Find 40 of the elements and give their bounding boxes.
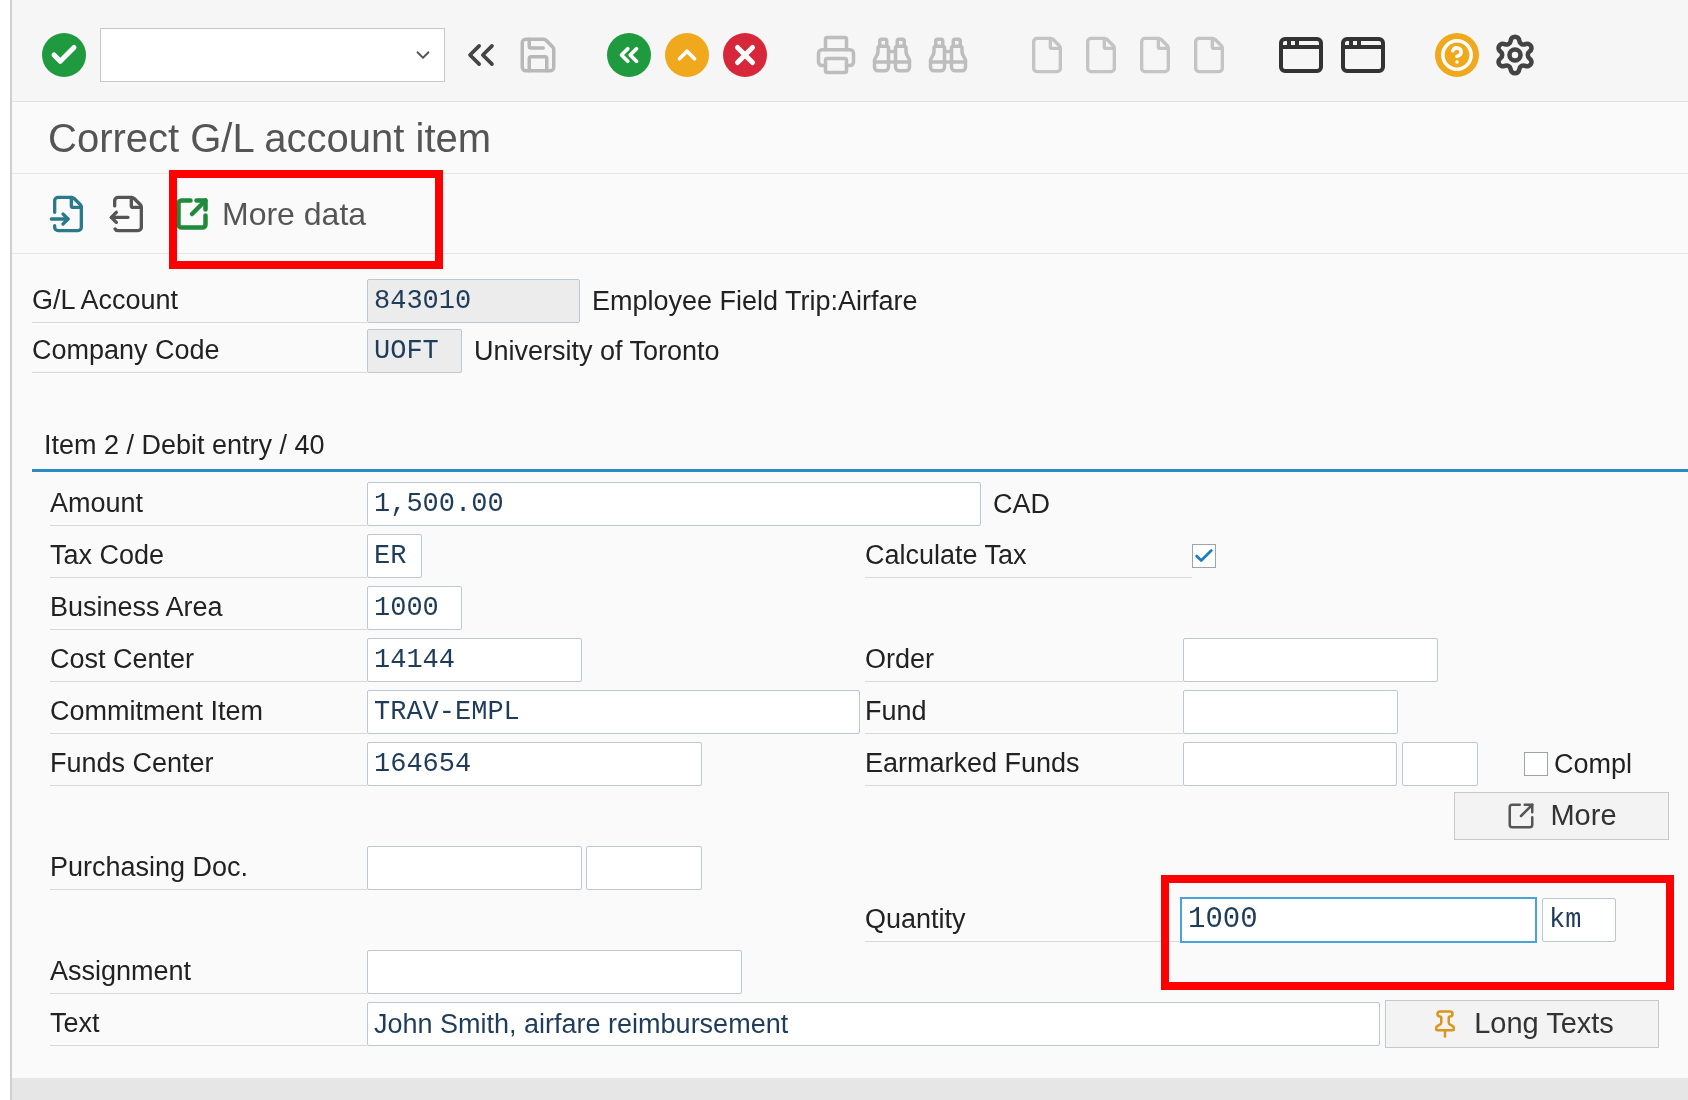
- input-field[interactable]: km: [1542, 898, 1616, 942]
- input-field[interactable]: TRAV-EMPL: [367, 690, 860, 734]
- cancel-icon[interactable]: [723, 32, 767, 77]
- input-field[interactable]: [1183, 638, 1438, 682]
- settings-icon[interactable]: [1493, 32, 1537, 77]
- input-field[interactable]: [1402, 742, 1478, 786]
- checkbox[interactable]: [1524, 752, 1548, 776]
- currency-text: CAD: [993, 487, 1050, 521]
- checkbox[interactable]: [1192, 544, 1216, 568]
- screen-title: Correct G/L account item: [48, 114, 492, 162]
- input-field[interactable]: 14144: [367, 638, 582, 682]
- input-field[interactable]: [367, 950, 742, 994]
- exit-icon[interactable]: [665, 32, 709, 77]
- input-field[interactable]: 1000: [1180, 897, 1537, 943]
- input-field[interactable]: [586, 846, 702, 890]
- field-description: Employee Field Trip:Airfare: [592, 284, 918, 318]
- input-field[interactable]: [1183, 690, 1398, 734]
- help-icon[interactable]: [1435, 32, 1479, 77]
- long-texts-button[interactable]: Long Texts: [1385, 1000, 1659, 1048]
- input-field[interactable]: 1,500.00: [367, 482, 981, 526]
- printer-icon[interactable]: [815, 33, 857, 76]
- input-field[interactable]: 164654: [367, 742, 702, 786]
- field-description: University of Toronto: [474, 334, 720, 368]
- check-icon[interactable]: [42, 32, 86, 77]
- input-field[interactable]: 843010: [367, 279, 580, 323]
- more-data-button[interactable]: More data: [168, 188, 373, 239]
- input-field[interactable]: ER: [367, 534, 422, 578]
- command-field[interactable]: [100, 27, 445, 82]
- input-field[interactable]: 1000: [367, 586, 462, 630]
- section-title: Item 2 / Debit entry / 40: [44, 428, 325, 462]
- back-icon[interactable]: [607, 32, 651, 77]
- checkbox-label: Compl: [1554, 747, 1633, 781]
- input-field[interactable]: [367, 846, 582, 890]
- input-field[interactable]: [1183, 742, 1397, 786]
- input-field[interactable]: UOFT: [367, 329, 462, 373]
- field-label: Calculate Tax: [865, 534, 1192, 578]
- more-button[interactable]: More: [1454, 792, 1669, 840]
- arrow-out-icon: [174, 195, 210, 232]
- arrow-out-icon: [1506, 801, 1537, 831]
- input-field[interactable]: John Smith, airfare reimbursement: [367, 1002, 1380, 1046]
